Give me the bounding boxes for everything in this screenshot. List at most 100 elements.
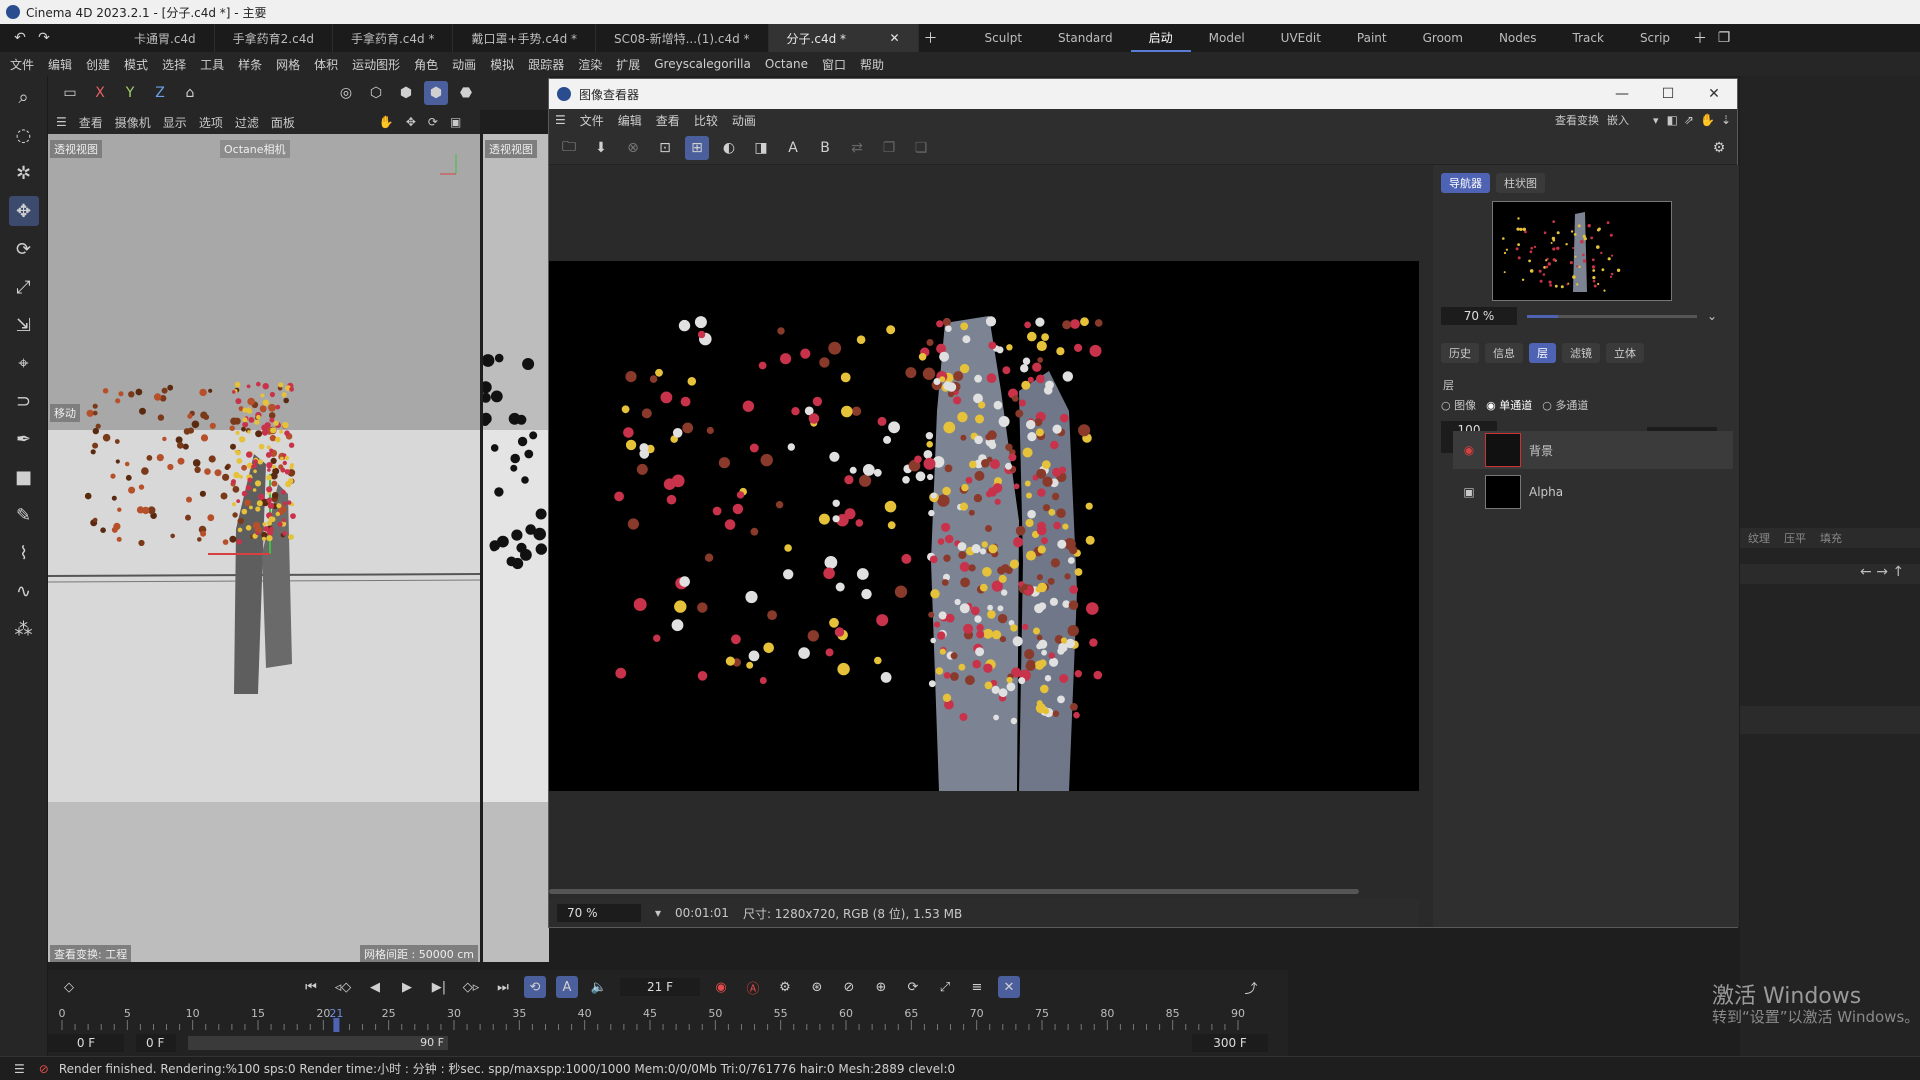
vp-menu-panel[interactable]: 面板 bbox=[271, 114, 295, 131]
menu-octane[interactable]: Octane bbox=[765, 57, 808, 71]
menu-simulate[interactable]: 模拟 bbox=[490, 56, 514, 73]
menu-mograph[interactable]: 运动图形 bbox=[352, 56, 400, 73]
polygons-mode-icon[interactable]: ⬢ bbox=[394, 81, 418, 105]
up-arrow-icon[interactable]: ↑ bbox=[1892, 564, 1904, 580]
layout-tab-track[interactable]: Track bbox=[1555, 24, 1622, 52]
mode-multi-radio[interactable]: ○ 多通道 bbox=[1542, 397, 1588, 413]
doc-tab[interactable]: SC08-新增特...(1).c4d * bbox=[596, 24, 769, 52]
viewport-rotate-icon[interactable]: ⟳ bbox=[428, 115, 438, 129]
tool-fill[interactable]: 填充 bbox=[1820, 530, 1842, 546]
compare-b-button[interactable]: B bbox=[813, 136, 837, 160]
doc-tab[interactable]: 卡通胃.c4d bbox=[116, 24, 215, 52]
viewer-menu-file[interactable]: 文件 bbox=[580, 112, 604, 129]
undo-icon[interactable]: ↶ bbox=[8, 26, 32, 50]
tab-stereo[interactable]: 立体 bbox=[1606, 343, 1644, 363]
menu-mode[interactable]: 模式 bbox=[124, 56, 148, 73]
axis-x-button[interactable]: X bbox=[88, 81, 112, 105]
motion-record-icon[interactable]: ⊛ bbox=[806, 976, 828, 998]
layout-tab-model[interactable]: Model bbox=[1191, 24, 1263, 52]
next-frame-icon[interactable]: ▶| bbox=[428, 976, 450, 998]
axis-tool-icon[interactable]: ⌖ bbox=[9, 348, 39, 378]
menu-window[interactable]: 窗口 bbox=[822, 56, 846, 73]
sculpt-tool-icon[interactable]: ∿ bbox=[9, 576, 39, 606]
pin-icon[interactable]: ⇣ bbox=[1721, 113, 1731, 127]
vp-menu-camera[interactable]: 摄像机 bbox=[115, 114, 151, 131]
tab-filter[interactable]: 滤镜 bbox=[1562, 343, 1600, 363]
loop-icon[interactable]: ⟲ bbox=[524, 976, 546, 998]
zoom-menu-icon[interactable]: ⌄ bbox=[1707, 309, 1717, 323]
viewport-move-icon[interactable]: ✥ bbox=[406, 115, 416, 129]
sound-icon[interactable]: 🔈 bbox=[588, 976, 610, 998]
tab-layers[interactable]: 层 bbox=[1529, 343, 1556, 363]
visibility-eye-icon[interactable]: ◉ bbox=[1453, 443, 1485, 457]
close-tab-icon[interactable]: ✕ bbox=[889, 31, 899, 45]
render-region-icon[interactable]: ⊞ bbox=[685, 135, 709, 160]
keyframe-settings-icon[interactable]: ⚙ bbox=[774, 976, 796, 998]
layout-tab-sculpt[interactable]: Sculpt bbox=[967, 24, 1040, 52]
layer-row-background[interactable]: ◉ 背景 bbox=[1453, 431, 1733, 469]
menu-help[interactable]: 帮助 bbox=[860, 56, 884, 73]
paint-tool-icon[interactable]: ✎ bbox=[9, 500, 39, 530]
add-layout-plus-icon[interactable]: ＋ bbox=[1688, 26, 1712, 50]
menu-tools[interactable]: 工具 bbox=[200, 56, 224, 73]
record-icon[interactable]: ◉ bbox=[710, 976, 732, 998]
scale-key-icon[interactable]: ⤢ bbox=[934, 976, 956, 998]
prev-frame-icon[interactable]: ◀ bbox=[364, 976, 386, 998]
swap-icon[interactable]: ⇄ bbox=[845, 136, 869, 160]
range-bar[interactable]: 90 F bbox=[188, 1036, 448, 1050]
viewport-pan-icon[interactable]: ✋ bbox=[379, 115, 394, 129]
menu-create[interactable]: 创建 bbox=[86, 56, 110, 73]
vp-menu-options[interactable]: 选项 bbox=[199, 114, 223, 131]
layout-tab-script[interactable]: Scrip bbox=[1622, 24, 1688, 52]
layout-tab-groom[interactable]: Groom bbox=[1405, 24, 1481, 52]
status-zoom-field[interactable]: 70 % bbox=[557, 904, 641, 922]
doc-tab[interactable]: 手拿药育.c4d * bbox=[333, 24, 454, 52]
keyframe-diamond-icon[interactable]: ◇ bbox=[58, 976, 80, 998]
go-to-start-icon[interactable]: ⏮ bbox=[300, 976, 322, 998]
start-frame-field[interactable]: 0 F bbox=[48, 1034, 124, 1052]
knife-tool-icon[interactable]: ⌇ bbox=[9, 538, 39, 568]
contrast-icon[interactable]: ◐ bbox=[717, 136, 741, 160]
axis-z-button[interactable]: Z bbox=[148, 81, 172, 105]
layout-tab-standard[interactable]: Standard bbox=[1040, 24, 1131, 52]
magnet-tool-icon[interactable]: ⊃ bbox=[9, 386, 39, 416]
cube-primitive-icon[interactable]: ■ bbox=[9, 462, 39, 492]
hand-icon[interactable]: ✋ bbox=[1700, 113, 1715, 127]
playhead-marker[interactable] bbox=[333, 1018, 340, 1032]
hamburger-menu-icon[interactable]: ☰ bbox=[14, 1062, 25, 1076]
stop-render-icon[interactable]: ⊗ bbox=[621, 136, 645, 160]
doc-tab-active[interactable]: 分子.c4d * ✕ bbox=[768, 24, 919, 52]
param-key-icon[interactable]: ≡ bbox=[966, 976, 988, 998]
new-tab-plus-icon[interactable]: ＋ bbox=[919, 26, 943, 50]
viewer-menu-edit[interactable]: 编辑 bbox=[618, 112, 642, 129]
position-key-icon[interactable]: ⊕ bbox=[870, 976, 892, 998]
menu-mesh[interactable]: 网格 bbox=[276, 56, 300, 73]
timeline-ruler[interactable]: 0 5 10 15 20 21 25 30 35 40 45 50 55 60 65 70 75 80 85 90 bbox=[48, 1006, 1258, 1032]
forward-arrow-icon[interactable]: → bbox=[1876, 564, 1888, 580]
viewer-menu-view[interactable]: 查看 bbox=[656, 112, 680, 129]
popout-icon[interactable]: ⇗ bbox=[1684, 113, 1694, 127]
viewer-menu-compare[interactable]: 比较 bbox=[694, 112, 718, 129]
layout-menu-icon[interactable]: ❐ bbox=[1712, 26, 1736, 50]
viewport-menu-icon[interactable]: ☰ bbox=[56, 115, 67, 129]
ab-compare-icon[interactable]: ◨ bbox=[749, 136, 773, 160]
save-icon[interactable]: ⬇ bbox=[589, 136, 613, 160]
preview-range-icon[interactable]: A bbox=[556, 976, 578, 998]
menu-render[interactable]: 渲染 bbox=[578, 56, 602, 73]
settings-icon[interactable]: ⚙ bbox=[1707, 136, 1731, 160]
menu-greyscalegorilla[interactable]: Greyscalegorilla bbox=[654, 57, 751, 71]
rotation-key-icon[interactable]: ⟳ bbox=[902, 976, 924, 998]
minimize-icon[interactable]: — bbox=[1599, 79, 1645, 109]
current-frame-field[interactable]: 21 F bbox=[620, 978, 700, 996]
menu-select[interactable]: 选择 bbox=[162, 56, 186, 73]
mode-single-radio[interactable]: ◉ 单通道 bbox=[1486, 397, 1532, 413]
menu-edit[interactable]: 编辑 bbox=[48, 56, 72, 73]
zoom-dropdown-icon[interactable]: ▾ bbox=[655, 906, 661, 920]
layout-tab-paint[interactable]: Paint bbox=[1339, 24, 1405, 52]
pen-tool-icon[interactable]: ✒ bbox=[9, 424, 39, 454]
layout-tab-nodes[interactable]: Nodes bbox=[1481, 24, 1555, 52]
tool-flatten[interactable]: 压平 bbox=[1784, 530, 1806, 546]
menu-extensions[interactable]: 扩展 bbox=[616, 56, 640, 73]
prev-key-icon[interactable]: ◃◇ bbox=[332, 976, 354, 998]
viewer-menu-animation[interactable]: 动画 bbox=[732, 112, 756, 129]
